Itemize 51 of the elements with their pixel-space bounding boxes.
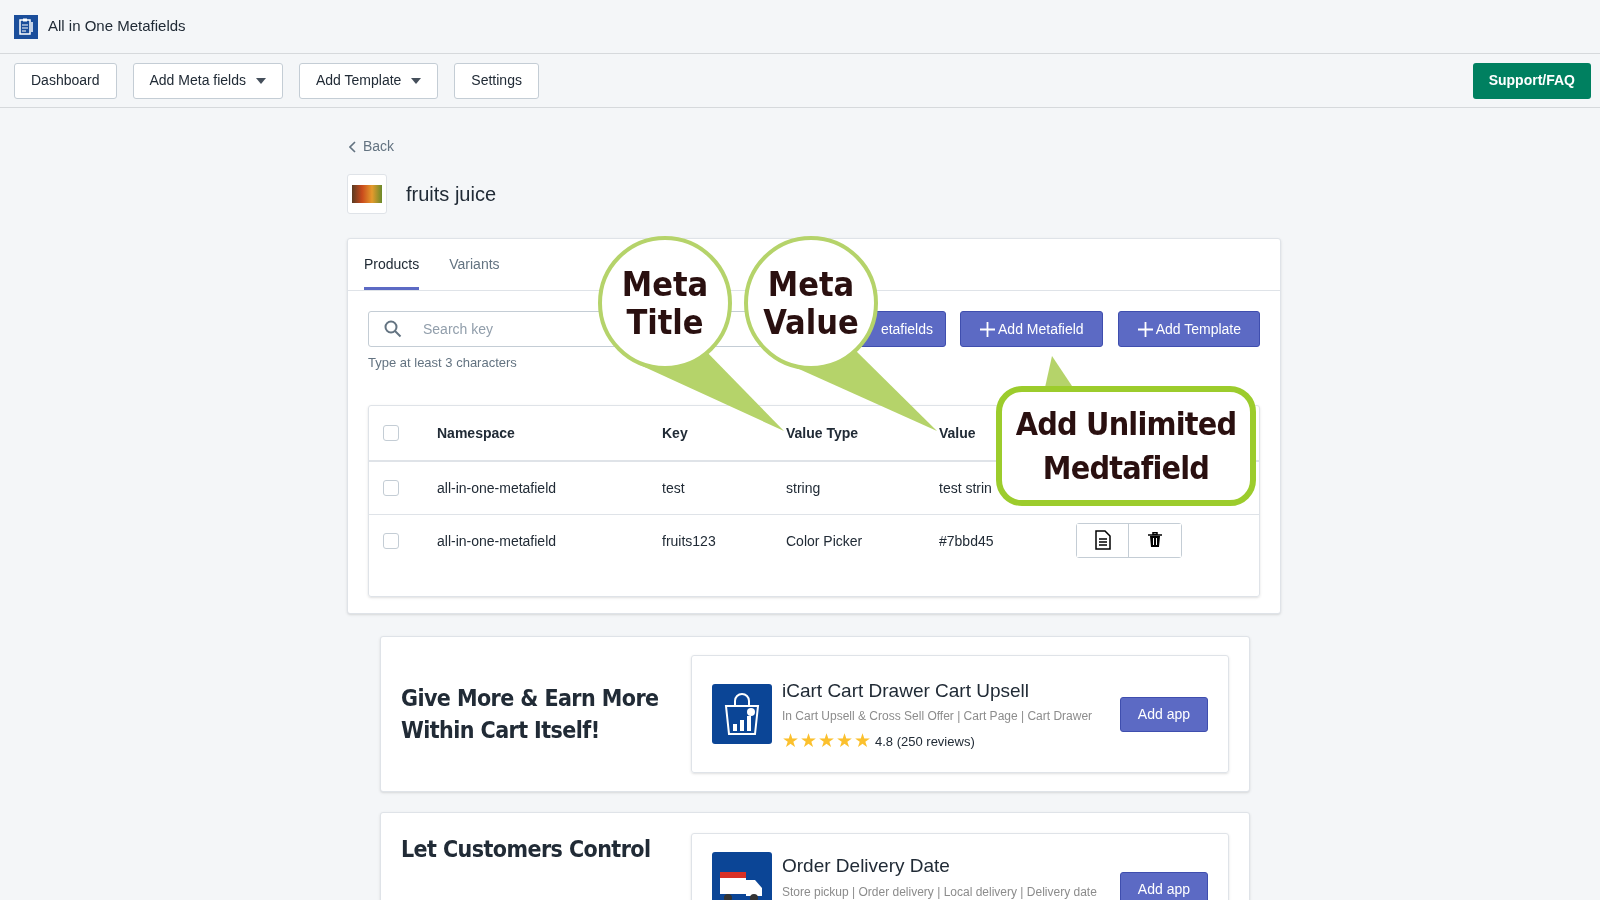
table-cell: fruits123 [662,533,716,549]
table-cell: all-in-one-metafield [437,479,557,496]
toolbar-button[interactable]: Dashboard [14,62,117,99]
support-button[interactable]: Support/FAQ [1472,62,1591,99]
column-header: Value [939,424,976,441]
caret-icon [256,77,266,84]
dropdown-button[interactable]: Add Meta fields [132,62,283,99]
checkbox[interactable] [383,424,399,441]
plus-icon [979,320,997,338]
app-title: All in One Metafields [48,16,186,37]
tab[interactable]: Products [364,238,420,290]
product-title: fruits juice [406,182,497,207]
column-header: Value Type [786,424,859,441]
app-name: iCart Cart Drawer Cart Upsell [782,678,1031,703]
table-cell: Color Picker [786,533,863,549]
chevron-left-icon [349,140,357,153]
search-hint: Type at least 3 characters [368,354,518,372]
table-cell: test strin [939,479,992,496]
column-header: Namespace [437,424,515,441]
callout-box: Add Unlimited Medtafield [996,386,1256,506]
edit-button[interactable] [1077,523,1129,557]
table-cell: all-in-one-metafield [437,533,557,549]
shopping-bag-icon [712,684,772,744]
plus-icon [1136,320,1154,338]
toolbar-button[interactable]: Settings [454,62,539,99]
add-app-button[interactable]: Add app [1119,696,1208,732]
checkbox[interactable] [383,533,399,549]
dropdown-button[interactable]: Add Template [299,62,439,99]
rating-text: 4.8 (250 reviews) [875,732,975,751]
action-button[interactable]: Add Template [1117,311,1260,347]
add-app-button[interactable]: Add app [1119,872,1208,900]
app-subtitle: In Cart Upsell & Cross Sell Offer | Cart Page | Cart Drawer [782,708,1094,726]
table-cell: test [662,479,685,496]
product-photo-placeholder [352,185,382,203]
table-cell: #7bbd45 [939,533,994,549]
document-icon [1094,530,1111,550]
app-subtitle: Store pickup | Order delivery | Local delivery | Delivery date [782,883,1098,900]
column-header: Key [662,424,688,441]
trash-icon [1148,532,1162,548]
checkbox[interactable] [383,479,399,496]
promo-heading: Give More & Earn More Within Cart Itself! [401,684,660,745]
tab[interactable]: Variants [449,238,500,290]
caret-icon [411,77,422,84]
app-name: Order Delivery Date [782,854,951,878]
action-button[interactable]: Add Metafield [960,311,1103,347]
promo-heading: Let Customers Control [401,835,652,864]
back-link[interactable]: Back [349,136,395,157]
table-cell: string [786,479,821,496]
star-rating: ★★★★★ [782,731,871,752]
app-logo-icon [14,14,38,39]
search-icon [384,320,402,338]
